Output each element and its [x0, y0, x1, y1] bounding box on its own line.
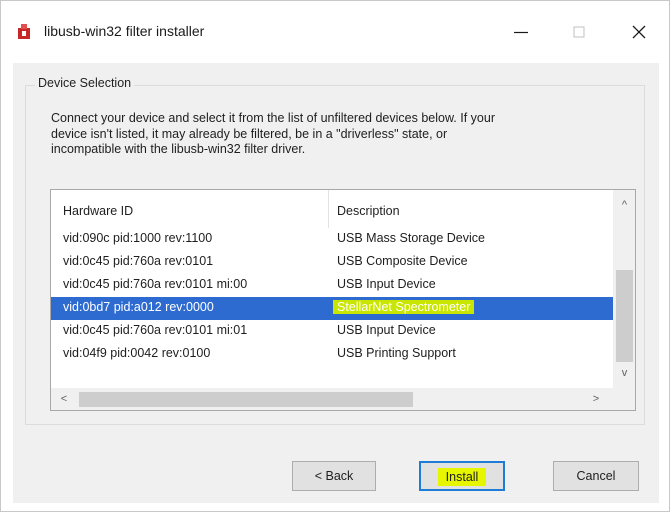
hardware-id-cell: vid:0bd7 pid:a012 rev:0000: [63, 300, 214, 314]
hardware-id-cell: vid:0c45 pid:760a rev:0101: [63, 254, 214, 268]
description-cell-highlighted: StellarNet Spectrometer: [333, 300, 475, 314]
group-title: Device Selection: [35, 76, 135, 90]
instructions-text: Connect your device and select it from t…: [51, 111, 495, 156]
horizontal-scrollbar[interactable]: < >: [51, 388, 613, 410]
horizontal-scroll-thumb[interactable]: [79, 392, 413, 407]
device-row[interactable]: vid:0c45 pid:760a rev:0101 USB Composite…: [51, 251, 613, 274]
description-cell: USB Mass Storage Device: [337, 231, 485, 245]
device-row[interactable]: vid:0c45 pid:760a rev:0101 mi:00 USB Inp…: [51, 274, 613, 297]
scroll-right-icon[interactable]: >: [585, 388, 607, 410]
maximize-icon[interactable]: [559, 17, 599, 47]
vertical-scrollbar[interactable]: ^ v: [613, 190, 635, 388]
description-cell: USB Input Device: [337, 323, 436, 337]
list-header: Hardware ID Description: [51, 190, 613, 228]
hardware-id-cell: vid:0c45 pid:760a rev:0101 mi:00: [63, 277, 248, 291]
scrollbar-corner: [613, 388, 635, 410]
hardware-id-cell: vid:0c45 pid:760a rev:0101 mi:01: [63, 323, 248, 337]
description-cell: USB Printing Support: [337, 346, 456, 360]
title-bar[interactable]: libusb-win32 filter installer: [1, 1, 669, 63]
device-list[interactable]: Hardware ID Description vid:090c pid:100…: [50, 189, 636, 411]
scroll-up-icon[interactable]: ^: [613, 194, 635, 216]
minimize-icon[interactable]: [501, 17, 541, 47]
back-button[interactable]: < Back: [292, 461, 376, 491]
hardware-id-cell: vid:04f9 pid:0042 rev:0100: [63, 346, 211, 360]
column-divider[interactable]: [328, 190, 329, 228]
install-button-label: Install: [437, 468, 487, 486]
close-icon[interactable]: [619, 17, 659, 47]
column-header-description[interactable]: Description: [337, 204, 400, 218]
scroll-left-icon[interactable]: <: [53, 388, 75, 410]
device-row-selected[interactable]: vid:0bd7 pid:a012 rev:0000 StellarNet Sp…: [51, 297, 613, 320]
installer-window: libusb-win32 filter installer Device Sel…: [0, 0, 670, 512]
scroll-down-icon[interactable]: v: [613, 362, 635, 384]
usb-app-icon: [18, 24, 30, 39]
description-cell: USB Input Device: [337, 277, 436, 291]
description-cell: USB Composite Device: [337, 254, 468, 268]
hardware-id-cell: vid:090c pid:1000 rev:1100: [63, 231, 213, 245]
device-row[interactable]: vid:04f9 pid:0042 rev:0100 USB Printing …: [51, 343, 613, 366]
install-button[interactable]: Install: [419, 461, 505, 491]
vertical-scroll-thumb[interactable]: [616, 270, 633, 362]
device-row[interactable]: vid:090c pid:1000 rev:1100 USB Mass Stor…: [51, 228, 613, 251]
window-title: libusb-win32 filter installer: [44, 23, 205, 39]
column-header-hardware-id[interactable]: Hardware ID: [63, 204, 133, 218]
cancel-button[interactable]: Cancel: [553, 461, 639, 491]
device-row[interactable]: vid:0c45 pid:760a rev:0101 mi:01 USB Inp…: [51, 320, 613, 343]
